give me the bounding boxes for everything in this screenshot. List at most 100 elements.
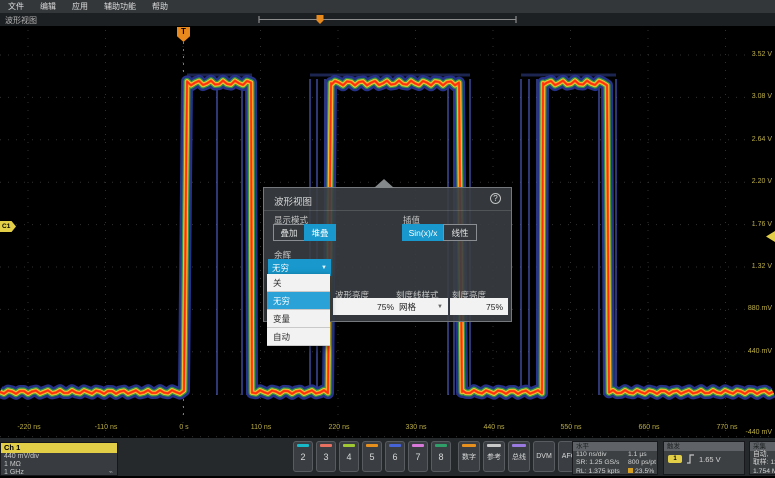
interpolation-group: Sin(x)/x 线性: [403, 224, 477, 241]
channel1-badge-name: Ch 1: [1, 443, 117, 453]
horizontal-overview-bar[interactable]: [0, 13, 775, 26]
menu-item[interactable]: 辅助功能: [104, 1, 136, 12]
voltage-tick-label: 3.08 V: [738, 93, 772, 100]
voltage-tick-label: 2.64 V: [738, 136, 772, 143]
waveform-intensity-value: 75%: [377, 302, 394, 312]
channel-color-stripe: [435, 444, 447, 447]
chevron-down-icon: ▼: [437, 304, 443, 310]
persistence-option[interactable]: 无穷: [267, 292, 330, 310]
acquisition-count: 1.754 M 采集: [753, 468, 775, 475]
horizontal-info: 110 ns/div: [576, 451, 628, 459]
button-label: DVM: [536, 453, 552, 460]
rising-edge-icon: [686, 454, 695, 464]
time-tick-label: 440 ns: [480, 424, 508, 431]
graticule-style-dropdown[interactable]: 网格 ▼: [394, 298, 448, 315]
button-label: 数字: [462, 452, 476, 462]
add-channel-button-3[interactable]: 3: [316, 441, 336, 472]
button-label: 6: [392, 452, 397, 462]
add-channel-button-DVM[interactable]: DVM: [533, 441, 555, 472]
chevron-down-icon: ▼: [321, 265, 327, 271]
add-channel-button-总线[interactable]: 总线: [508, 441, 530, 472]
button-label: 8: [438, 452, 443, 462]
menu-item[interactable]: 编辑: [40, 1, 56, 12]
button-label: 7: [415, 452, 420, 462]
dialog-title: 波形视图: [274, 194, 312, 208]
trigger-flag-label: T: [181, 27, 186, 37]
add-channel-button-4[interactable]: 4: [339, 441, 359, 472]
graticule-intensity-value: 75%: [486, 302, 503, 312]
persistence-value: 无穷: [272, 262, 289, 274]
button-label: 3: [323, 452, 328, 462]
voltage-tick-label: 440 mV: [738, 348, 772, 355]
compress-icon: [628, 468, 633, 473]
voltage-tick-label: 1.76 V: [738, 221, 772, 228]
time-tick-label: 110 ns: [247, 424, 275, 431]
display-mode-stacked-button[interactable]: 堆叠: [304, 224, 336, 241]
acquisition-badge-title: 采集: [750, 442, 775, 451]
menu-item[interactable]: 帮助: [152, 1, 168, 12]
add-channel-button-2[interactable]: 2: [293, 441, 313, 472]
display-mode-overlay-button[interactable]: 叠加: [273, 224, 305, 241]
channel-color-stripe: [487, 444, 501, 447]
channel-color-stripe: [297, 444, 309, 447]
horizontal-info: 1.1 μs: [628, 451, 657, 459]
time-tick-label: -220 ns: [15, 424, 43, 431]
add-channel-button-参考[interactable]: 参考: [483, 441, 505, 472]
probe-icon: ⌁: [109, 469, 113, 477]
trigger-badge[interactable]: 触发 1 1.65 V: [663, 441, 745, 475]
graticule-style-value: 网格: [399, 301, 416, 313]
persistence-option[interactable]: 关: [267, 274, 330, 292]
channel-color-stripe: [462, 444, 476, 447]
acquisition-sample: 取样: 12 bits: [753, 459, 775, 467]
interpolation-sinx-button[interactable]: Sin(x)/x: [402, 224, 444, 241]
time-tick-label: 550 ns: [557, 424, 585, 431]
add-channel-button-6[interactable]: 6: [385, 441, 405, 472]
horizontal-info: 23.5%: [628, 468, 657, 475]
graticule-intensity-field[interactable]: 75%: [450, 298, 508, 315]
add-channel-button-7[interactable]: 7: [408, 441, 428, 472]
add-channel-button-5[interactable]: 5: [362, 441, 382, 472]
time-tick-label: 770 ns: [713, 424, 741, 431]
help-icon[interactable]: ?: [490, 193, 501, 204]
channel-color-stripe: [512, 444, 526, 447]
menu-item[interactable]: 应用: [72, 1, 88, 12]
voltage-tick-label: 2.20 V: [738, 178, 772, 185]
time-tick-label: 0 s: [170, 424, 198, 431]
button-label: 4: [346, 452, 351, 462]
channel1-badge[interactable]: Ch 1 440 mV/div 1 MΩ 1 GHz ⌁: [0, 442, 118, 476]
channel-color-stripe: [412, 444, 424, 447]
time-tick-label: 660 ns: [635, 424, 663, 431]
channel1-scale: 440 mV/div: [1, 453, 117, 461]
channel-color-stripe: [389, 444, 401, 447]
button-label: 总线: [512, 452, 526, 462]
trigger-source-icon: 1: [668, 455, 682, 463]
bottom-bar: Ch 1 440 mV/div 1 MΩ 1 GHz ⌁ 2 3 4 5 6 7 8 数字 参考…: [0, 438, 775, 476]
horizontal-badge[interactable]: 水平 110 ns/div1.1 μsSR: 1.25 GS/s800 ps/p…: [572, 441, 658, 475]
trigger-level-value: 1.65 V: [699, 455, 721, 464]
menu-bar: 文件 编辑 应用 辅助功能 帮助: [0, 0, 775, 13]
channel-color-stripe: [320, 444, 332, 447]
add-channel-button-数字[interactable]: 数字: [458, 441, 480, 472]
button-label: 2: [300, 452, 305, 462]
trigger-badge-title: 触发: [664, 442, 744, 451]
channel1-impedance: 1 MΩ: [1, 461, 117, 469]
waveform-intensity-field[interactable]: 75%: [333, 298, 399, 315]
interpolation-linear-button[interactable]: 线性: [443, 224, 477, 241]
horizontal-info: RL: 1.375 kpts: [576, 468, 628, 475]
channel-color-stripe: [343, 444, 355, 447]
button-label: 5: [369, 452, 374, 462]
time-tick-label: 330 ns: [402, 424, 430, 431]
menu-item[interactable]: 文件: [8, 1, 24, 12]
voltage-tick-label: 880 mV: [738, 305, 772, 312]
persistence-option[interactable]: 自动: [267, 328, 330, 346]
horizontal-info: 800 ps/pt: [628, 459, 657, 467]
acquisition-badge[interactable]: 采集 自动, 取样: 12 bits 1.754 M 采集: [749, 441, 775, 475]
horizontal-badge-rows: 110 ns/div1.1 μsSR: 1.25 GS/s800 ps/ptRL…: [573, 451, 657, 475]
time-tick-label: -110 ns: [92, 424, 120, 431]
persistence-option[interactable]: 变量: [267, 310, 330, 328]
channel1-bandwidth: 1 GHz ⌁: [1, 469, 117, 477]
button-label: 参考: [487, 452, 501, 462]
persistence-options-list: 关无穷变量自动: [267, 274, 330, 346]
display-mode-group: 叠加 堆叠: [274, 224, 336, 241]
add-channel-button-8[interactable]: 8: [431, 441, 451, 472]
